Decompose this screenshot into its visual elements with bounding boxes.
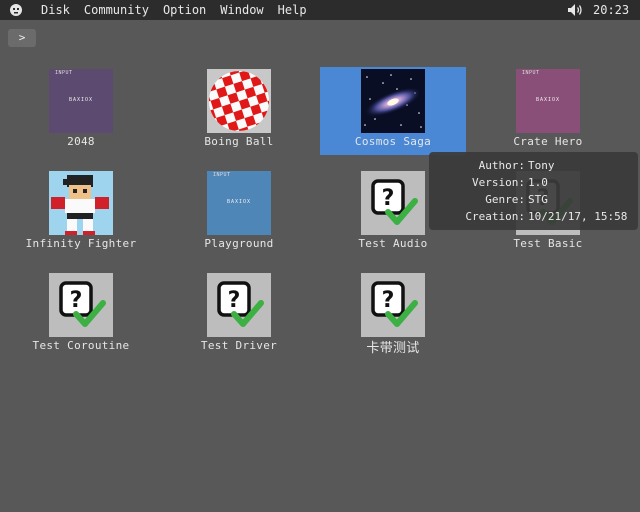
menu-disk[interactable]: Disk: [34, 0, 77, 20]
tooltip-row-genre: Genre: STG: [429, 193, 638, 210]
svg-text:?: ?: [70, 288, 83, 313]
test-question-check-icon: ?: [361, 273, 425, 337]
tooltip-key: Author:: [478, 159, 525, 172]
cartridge-label: Playground: [204, 237, 274, 250]
boing-ball-icon: [207, 69, 271, 133]
thumbnail-title: INPUT: [55, 70, 73, 76]
cartridge-item[interactable]: Boing Ball: [166, 67, 312, 155]
clock: 20:23: [593, 3, 630, 17]
cartridge-thumbnail: [207, 69, 271, 133]
menu-bar: Disk Community Option Window Help 20:23: [0, 0, 640, 20]
test-question-check-icon: ?: [207, 273, 271, 337]
tooltip-row-version: Version: 1.0: [429, 176, 638, 193]
cartridge-item[interactable]: ? 卡带测试: [320, 271, 466, 359]
menu-option[interactable]: Option: [156, 0, 213, 20]
thumbnail-tag: BAXIOX: [226, 199, 252, 205]
cartridge-label: Test Driver: [200, 339, 278, 352]
cartridge-label: Test Coroutine: [32, 339, 130, 352]
menu-community[interactable]: Community: [77, 0, 156, 20]
cartridge-label: 2048: [67, 135, 95, 148]
menu-list: Disk Community Option Window Help: [34, 0, 314, 20]
cartridge-label: Cosmos Saga: [354, 135, 432, 148]
galaxy-icon: [361, 69, 425, 133]
app-logo-icon[interactable]: [9, 3, 23, 17]
speaker-icon[interactable]: [567, 3, 583, 17]
path-forward-button[interactable]: >: [8, 29, 36, 47]
thumbnail-title: INPUT: [522, 70, 540, 76]
cartridge-label: Infinity Fighter: [25, 237, 137, 250]
cartridge-thumbnail: INPUT BAXIOX: [516, 69, 580, 133]
thumbnail-tag: BAXIOX: [68, 97, 94, 103]
cartridge-thumbnail: [361, 69, 425, 133]
cartridge-label: 卡带测试: [366, 341, 420, 356]
tooltip-value: 1.0: [528, 176, 548, 189]
cartridge-item[interactable]: Cosmos Saga: [320, 67, 466, 155]
tooltip-row-creation: Creation: 10/21/17, 15:58: [429, 210, 638, 227]
cartridge-item[interactable]: ? Test Coroutine: [8, 271, 154, 359]
test-question-check-icon: ?: [49, 273, 113, 337]
cartridge-label: Test Audio: [358, 237, 428, 250]
info-tooltip: Author: Tony Version: 1.0 Genre: STG Cre…: [429, 152, 638, 230]
cartridge-thumbnail: INPUT BAXIOX: [207, 171, 271, 235]
tooltip-value: 10/21/17, 15:58: [528, 210, 628, 223]
cartridge-thumbnail: ?: [361, 171, 425, 235]
tooltip-key: Creation:: [465, 210, 525, 223]
cartridge-item[interactable]: INPUT BAXIOX 2048: [8, 67, 154, 155]
svg-text:?: ?: [382, 288, 395, 313]
cartridge-item[interactable]: INPUT BAXIOX Crate Hero: [475, 67, 621, 155]
thumbnail-title: INPUT: [213, 172, 231, 178]
cartridge-label: Boing Ball: [204, 135, 274, 148]
fighter-sprite-icon: [49, 171, 113, 235]
cartridge-item[interactable]: INPUT BAXIOX Playground: [166, 169, 312, 257]
menu-window[interactable]: Window: [213, 0, 270, 20]
cartridge-item[interactable]: Infinity Fighter: [8, 169, 154, 257]
tooltip-row-author: Author: Tony: [429, 159, 638, 176]
cartridge-label: Test Basic: [513, 237, 583, 250]
cartridge-item[interactable]: ? Test Driver: [166, 271, 312, 359]
cartridge-thumbnail: [49, 171, 113, 235]
cartridge-thumbnail: ?: [207, 273, 271, 337]
cartridge-thumbnail: ?: [49, 273, 113, 337]
cartridge-thumbnail: INPUT BAXIOX: [49, 69, 113, 133]
thumbnail-tag: BAXIOX: [535, 97, 561, 103]
cartridge-thumbnail: ?: [361, 273, 425, 337]
svg-text:?: ?: [382, 186, 395, 211]
svg-text:?: ?: [228, 288, 241, 313]
test-question-check-icon: ?: [361, 171, 425, 235]
menu-help[interactable]: Help: [271, 0, 314, 20]
tooltip-value: Tony: [528, 159, 555, 172]
tooltip-key: Genre:: [485, 193, 525, 206]
tooltip-key: Version:: [472, 176, 525, 189]
tooltip-value: STG: [528, 193, 548, 206]
cartridge-label: Crate Hero: [513, 135, 583, 148]
